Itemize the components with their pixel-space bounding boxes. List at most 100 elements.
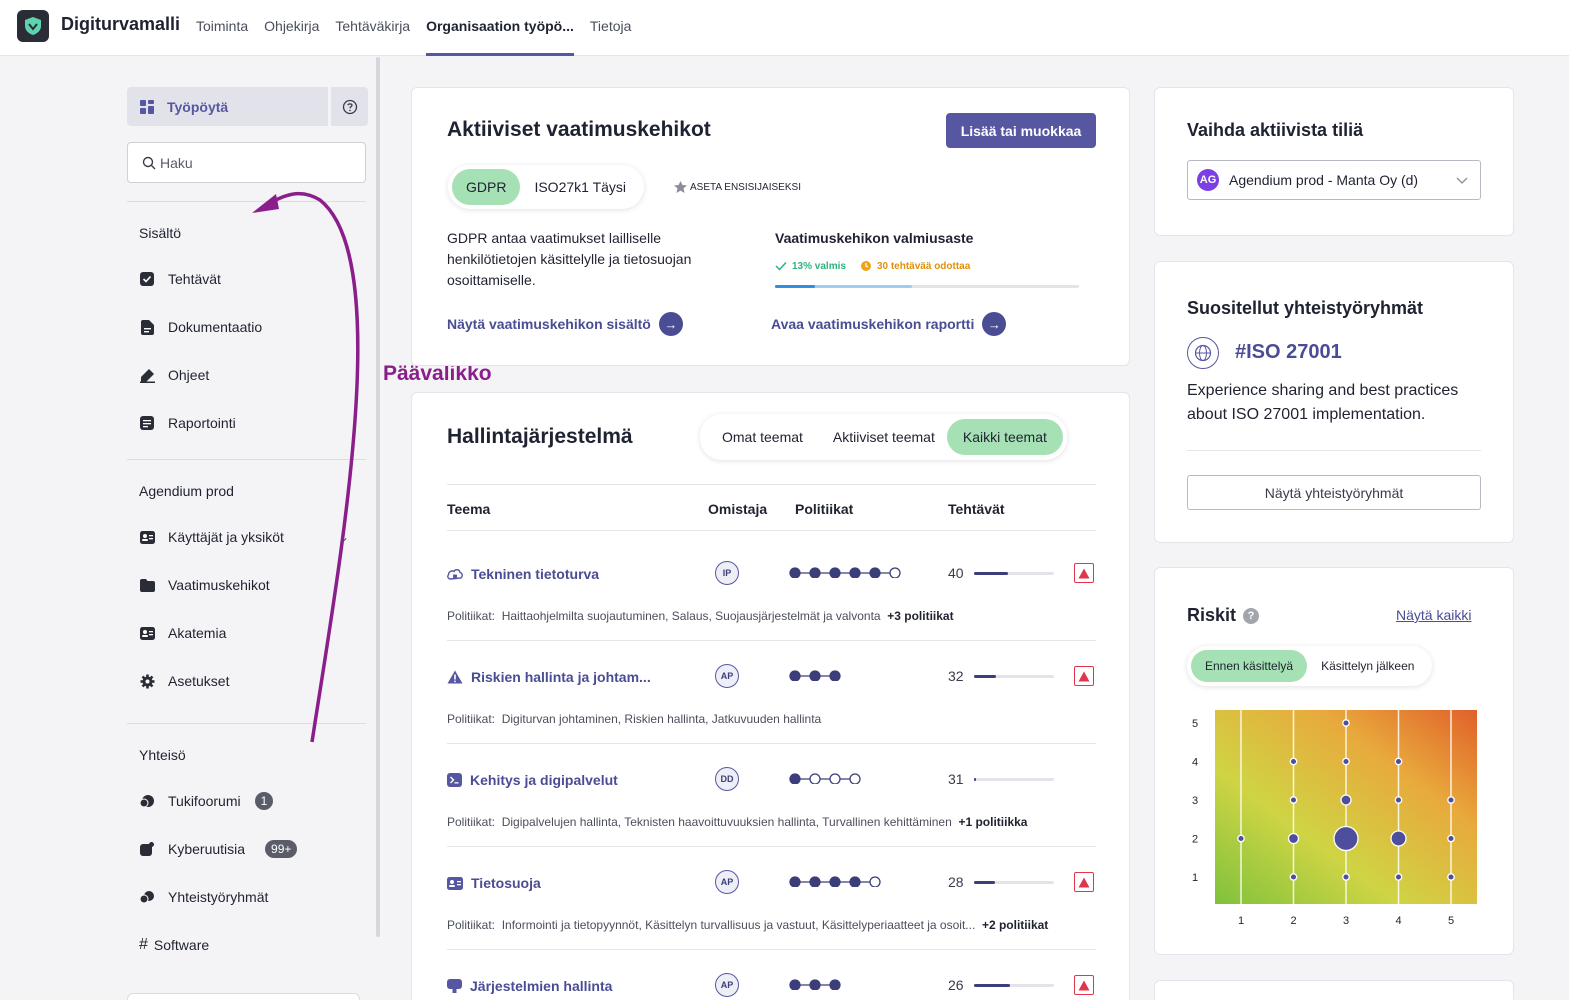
grid-icon	[140, 99, 154, 114]
tab-kasittelyn-jalkeen[interactable]: Käsittelyn jälkeen	[1307, 650, 1428, 682]
users-card-icon	[139, 529, 155, 545]
sidebar-item-raportointi[interactable]: Raportointi	[139, 412, 236, 434]
nav-ohjekirja[interactable]: Ohjekirja	[264, 0, 319, 56]
sidebar-item-yhteistyoryhmat[interactable]: Yhteistyöryhmät	[139, 886, 268, 908]
owner-avatar[interactable]: IP	[715, 561, 739, 585]
account-selected-value: Agendium prod - Manta Oy (d)	[1229, 172, 1419, 188]
filter-omat-teemat[interactable]: Omat teemat	[704, 419, 821, 455]
search-input[interactable]	[160, 154, 360, 171]
sidebar-item-akatemia[interactable]: Akatemia	[139, 622, 226, 644]
link-label: Näytä vaatimuskehikon sisältö	[447, 316, 651, 332]
done-text: 13% valmis	[792, 260, 846, 272]
risk-warning-icon[interactable]	[1074, 563, 1094, 583]
theme-link[interactable]: Riskien hallinta ja johtam...	[447, 669, 651, 685]
sidebar-item-tehtavat[interactable]: Tehtävät	[139, 268, 221, 290]
column-header-politiikat: Politiikat	[795, 501, 854, 517]
chevron-down-icon[interactable]: ⌄	[339, 530, 349, 544]
open-framework-report-link[interactable]: Avaa vaatimuskehikon raportti →	[771, 312, 1007, 336]
nav-tehtavakirja[interactable]: Tehtäväkirja	[335, 0, 410, 56]
edit-pen-icon	[139, 367, 155, 383]
search-icon	[142, 156, 156, 169]
account-card: Vaihda aktiivista tiliä AG Agendium prod…	[1154, 87, 1514, 236]
policies-list: Haittaohjelmilta suojautuminen, Salaus, …	[501, 609, 881, 623]
add-edit-button[interactable]: Lisää tai muokkaa	[946, 113, 1096, 148]
frameworks-card: Aktiiviset vaatimuskehikot Lisää tai muo…	[411, 87, 1130, 366]
owner-avatar[interactable]: AP	[715, 973, 739, 997]
policy-dot-filled	[809, 670, 821, 681]
owner-avatar[interactable]: AP	[715, 664, 739, 688]
risk-point	[1394, 757, 1403, 766]
show-groups-button[interactable]: Näytä yhteistyöryhmät	[1187, 475, 1481, 510]
risk-point	[1394, 873, 1403, 881]
owner-avatar[interactable]: DD	[715, 767, 739, 791]
help-icon[interactable]: ?	[1243, 608, 1259, 624]
policy-progress-dots	[789, 979, 841, 990]
sidebar-item-dokumentaatio[interactable]: Dokumentaatio	[139, 316, 262, 338]
policy-dot-filled	[869, 567, 881, 578]
policy-dot-filled	[789, 979, 801, 990]
filter-kaikki-teemat[interactable]: Kaikki teemat	[946, 419, 1063, 455]
arrow-right-icon: →	[658, 312, 683, 336]
policy-dot-empty	[809, 773, 821, 784]
row-divider	[447, 640, 1096, 641]
account-select[interactable]: AG Agendium prod - Manta Oy (d)	[1187, 160, 1481, 200]
more-policies[interactable]: +3 politiikat	[887, 609, 953, 623]
show-all-risks-link[interactable]: Näytä kaikki	[1396, 607, 1471, 623]
more-policies[interactable]: +1 politiikka	[958, 815, 1027, 829]
management-title: Hallintajärjestelmä	[447, 425, 633, 448]
nav-organisaation-tyopoyta[interactable]: Organisaation työpö...	[426, 0, 574, 56]
theme-link[interactable]: Järjestelmien hallinta	[447, 978, 612, 994]
policy-dot-empty	[849, 773, 861, 784]
readiness-progress	[775, 285, 1079, 288]
nav-tietoja[interactable]: Tietoja	[590, 0, 632, 56]
risk-warning-icon[interactable]	[1074, 975, 1094, 995]
policy-dot-filled	[789, 876, 801, 887]
help-button[interactable]	[331, 87, 368, 126]
policy-dot-filled	[829, 876, 841, 887]
sidebar-scrollbar[interactable]	[376, 57, 380, 937]
group-name[interactable]: #ISO 27001	[1235, 341, 1342, 364]
tab-ennen-kasittelya[interactable]: Ennen käsittelyä	[1191, 650, 1308, 682]
theme-link[interactable]: Tietosuoja	[447, 875, 541, 891]
set-primary-link[interactable]: ASETA ENSISIJAISEKSI	[674, 181, 801, 193]
brand-name: Digiturvamalli	[61, 14, 181, 34]
policies-line: Politiikat: Haittaohjelmilta suojautumin…	[447, 609, 954, 623]
sidebar-item-asetukset[interactable]: Asetukset	[139, 670, 229, 692]
risk-warning-icon[interactable]	[1074, 872, 1094, 892]
management-card: Hallintajärjestelmä Omat teemat Aktiivis…	[411, 392, 1130, 1000]
dashboard-button[interactable]: Työpöytä	[127, 87, 328, 126]
theme-link[interactable]: Tekninen tietoturva	[447, 566, 599, 582]
show-framework-content-link[interactable]: Näytä vaatimuskehikon sisältö →	[447, 312, 683, 336]
filter-aktiiviset-teemat[interactable]: Aktiiviset teemat	[821, 419, 947, 455]
app-logo[interactable]	[17, 10, 49, 42]
task-progress-bar	[974, 572, 1054, 575]
y-tick-label: 1	[1192, 872, 1198, 884]
table-divider	[447, 530, 1096, 531]
sidebar-item-label: Kyberuutisia	[168, 841, 246, 857]
owner-avatar[interactable]: AP	[715, 870, 739, 894]
sidebar-item-kyberuutisia[interactable]: Kyberuutisia 99+	[139, 838, 298, 860]
y-tick-label: 5	[1192, 718, 1198, 730]
card-divider	[1187, 450, 1481, 451]
section-heading-yhteiso: Yhteisö	[139, 747, 186, 763]
sidebar-item-tukifoorumi[interactable]: Tukifoorumi 1	[139, 790, 274, 812]
nav-toiminta[interactable]: Toiminta	[196, 0, 248, 56]
risk-point	[1390, 830, 1407, 847]
tab-gdpr[interactable]: GDPR	[452, 169, 521, 205]
policy-dot-filled	[829, 979, 841, 990]
theme-link[interactable]: Kehitys ja digipalvelut	[447, 772, 618, 788]
shield-logo-icon	[25, 17, 41, 35]
notification-badge: 1	[254, 792, 274, 810]
risk-warning-icon[interactable]	[1074, 666, 1094, 686]
policy-dot-filled	[829, 567, 841, 578]
tab-iso27k1[interactable]: ISO27k1 Täysi	[520, 169, 640, 205]
sidebar-item-vaatimuskehikot[interactable]: Vaatimuskehikot	[139, 574, 270, 596]
account-avatar: AG	[1197, 169, 1219, 191]
more-policies[interactable]: +2 politiikat	[982, 918, 1048, 932]
sidebar-item-kayttajat[interactable]: Käyttäjät ja yksiköt	[139, 526, 284, 548]
globe-icon	[1194, 344, 1212, 362]
sidebar-item-software[interactable]: # Software	[139, 934, 209, 956]
notification-badge: 99+	[265, 840, 298, 858]
sidebar-item-ohjeet[interactable]: Ohjeet	[139, 364, 209, 386]
policies-prefix: Politiikat:	[447, 712, 496, 726]
